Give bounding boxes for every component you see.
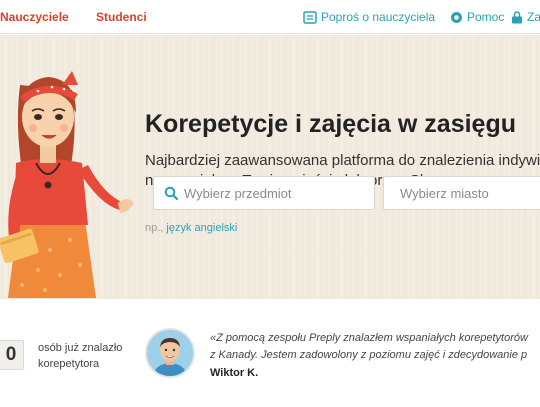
hint-example-link[interactable]: język angielski: [166, 222, 237, 234]
students-counter: 0: [0, 340, 24, 370]
testimonial-author: Wiktor K.: [210, 367, 259, 379]
globe-icon: [451, 11, 462, 23]
lock-icon: [512, 10, 522, 23]
city-input[interactable]: [400, 185, 540, 201]
avatar: [145, 328, 195, 378]
city-search-field[interactable]: [383, 176, 540, 210]
testimonial-quote-line1: «Z pomocą zespołu Preply znalazłem wspan…: [210, 332, 528, 344]
testimonial-quote: «Z pomocą zespołu Preply znalazłem wspan…: [210, 330, 528, 364]
hero-subtitle-line1: Najbardziej zaawansowana platforma do zn…: [145, 152, 540, 169]
top-navigation: Nauczyciele Studenci Poproś o nauczyciel…: [0, 0, 540, 34]
help-link[interactable]: Pomoc: [450, 10, 504, 24]
ticket-icon: [303, 10, 317, 24]
counter-label: osób już znalazło korepetytora: [38, 340, 122, 372]
subject-search-field[interactable]: [153, 176, 375, 210]
help-label: Pomoc: [467, 10, 505, 24]
testimonial-quote-line2: z Kanady. Jestem zadowolony z poziomu za…: [210, 349, 528, 361]
nav-students-link[interactable]: Studenci: [96, 10, 147, 24]
testimonial-avatar-image: [147, 330, 193, 376]
login-label: Zal: [527, 10, 540, 24]
nav-teachers-link[interactable]: Nauczyciele: [0, 10, 69, 24]
hint-prefix: np.,: [145, 222, 164, 234]
counter-label-line1: osób już znalazło: [38, 342, 123, 354]
ask-teacher-label: Poproś o nauczyciela: [321, 10, 436, 24]
ask-teacher-link[interactable]: Poproś o nauczyciela: [303, 10, 435, 24]
hero-title: Korepetycje i zajęcia w zasięgu: [145, 110, 516, 138]
counter-label-line2: korepetytora: [38, 358, 100, 370]
subject-input[interactable]: [184, 185, 334, 201]
hero-section: Korepetycje i zajęcia w zasięgu Najbardz…: [0, 35, 540, 298]
search-icon: [164, 186, 178, 200]
login-link[interactable]: Zal: [511, 10, 540, 24]
search-hint: np., język angielski: [145, 222, 237, 234]
teacher-illustration: [0, 71, 134, 298]
